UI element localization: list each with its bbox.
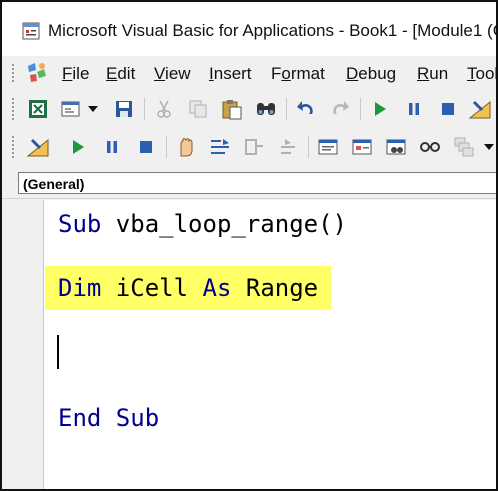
save-icon[interactable]	[112, 97, 136, 121]
standard-toolbar	[2, 90, 496, 128]
code-line-end-sub[interactable]: End Sub	[58, 396, 159, 440]
code-line-dim-highlighted[interactable]: Dim iCell As Range	[45, 266, 332, 310]
run-icon[interactable]	[368, 97, 392, 121]
keyword: Dim	[58, 274, 102, 302]
break-icon[interactable]	[100, 135, 124, 159]
insert-userform-icon[interactable]	[60, 97, 84, 121]
code-window[interactable]: Sub vba_loop_range() Dim iCell As Range …	[2, 200, 496, 489]
code-text: iCell	[101, 274, 203, 302]
toolbar-separator	[308, 136, 309, 158]
text-caret	[57, 335, 59, 369]
toolbar-overflow-chevron-icon[interactable]	[482, 135, 496, 159]
call-stack-icon[interactable]	[452, 135, 476, 159]
menu-bar: File Edit View Insert Format Debug Run T…	[2, 56, 496, 90]
step-into-icon[interactable]	[208, 135, 232, 159]
locals-window-icon[interactable]	[316, 135, 340, 159]
object-combo-value: (General)	[23, 176, 85, 192]
paste-icon[interactable]	[220, 97, 244, 121]
toolbar-grip[interactable]	[12, 136, 16, 158]
keyword: Sub	[58, 210, 102, 238]
code-text: Range	[231, 274, 319, 302]
object-combo-box[interactable]: (General)	[18, 172, 496, 194]
menu-edit[interactable]: Edit	[106, 64, 135, 84]
view-excel-icon[interactable]	[26, 97, 50, 121]
menu-format[interactable]: Format	[271, 64, 325, 84]
code-margin-indicator-bar[interactable]	[2, 200, 44, 489]
code-text: vba_loop_range()	[101, 210, 347, 238]
toolbar-separator	[166, 136, 167, 158]
redo-icon[interactable]	[328, 97, 352, 121]
design-mode-icon[interactable]	[468, 97, 492, 121]
menu-run[interactable]: Run	[417, 64, 448, 84]
module-icon[interactable]	[24, 62, 50, 89]
menu-insert[interactable]: Insert	[209, 64, 252, 84]
keyword: As	[202, 274, 232, 302]
keyword: End Sub	[58, 404, 160, 432]
menu-debug[interactable]: Debug	[346, 64, 396, 84]
design-mode-icon[interactable]	[26, 135, 50, 159]
cut-icon[interactable]	[152, 97, 176, 121]
break-icon[interactable]	[402, 97, 426, 121]
debug-toolbar	[2, 128, 496, 166]
toolbar-grip[interactable]	[12, 98, 16, 120]
copy-icon[interactable]	[186, 97, 210, 121]
menubar-grip[interactable]	[12, 64, 16, 84]
toolbar-separator	[144, 98, 145, 120]
chevron-down-icon[interactable]	[86, 97, 100, 121]
window-title: Microsoft Visual Basic for Applications …	[48, 21, 498, 40]
menu-tools[interactable]: Tools	[467, 64, 496, 84]
vba-editor-window: Microsoft Visual Basic for Applications …	[0, 0, 498, 491]
find-icon[interactable]	[254, 97, 278, 121]
step-out-icon[interactable]	[276, 135, 300, 159]
watch-window-icon[interactable]	[384, 135, 408, 159]
reset-icon[interactable]	[436, 97, 460, 121]
undo-icon[interactable]	[294, 97, 318, 121]
procedure-bar: (General)	[2, 166, 496, 199]
menu-view[interactable]: View	[154, 64, 191, 84]
title-bar: Microsoft Visual Basic for Applications …	[2, 2, 496, 56]
reset-icon[interactable]	[134, 135, 158, 159]
toggle-breakpoint-icon[interactable]	[174, 135, 198, 159]
immediate-window-icon[interactable]	[350, 135, 374, 159]
toolbar-separator	[360, 98, 361, 120]
quick-watch-icon[interactable]	[418, 135, 442, 159]
toolbar-separator	[286, 98, 287, 120]
run-icon[interactable]	[66, 135, 90, 159]
code-line-sub[interactable]: Sub vba_loop_range()	[58, 202, 347, 246]
menu-file[interactable]: File	[62, 64, 89, 84]
vba-app-icon[interactable]	[22, 22, 40, 45]
step-over-icon[interactable]	[242, 135, 266, 159]
